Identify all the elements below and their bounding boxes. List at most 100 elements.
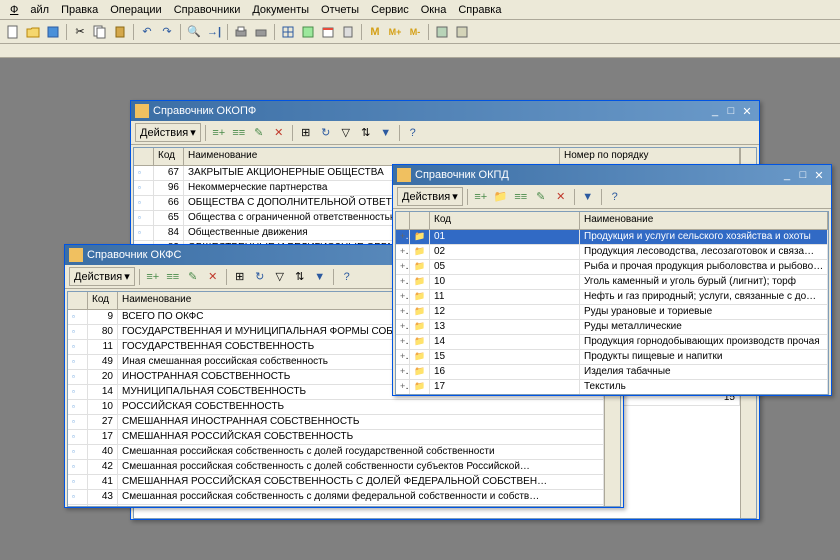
menu-operations[interactable]: Операции — [104, 2, 167, 18]
table-row[interactable]: 43Смешанная российская собственность с д… — [68, 490, 604, 505]
menu-service[interactable]: Сервис — [365, 2, 415, 18]
scrollbar-vertical[interactable] — [828, 212, 829, 394]
edit-icon[interactable]: ✎ — [184, 268, 202, 286]
find-icon[interactable]: 🔍 — [185, 23, 203, 41]
table-row[interactable]: 12Руды урановые и ториевые — [396, 305, 828, 320]
table-row[interactable]: 27СМЕШАННАЯ ИНОСТРАННАЯ СОБСТВЕННОСТЬ — [68, 415, 604, 430]
close-icon[interactable]: ✕ — [739, 104, 755, 118]
edit-icon[interactable]: ✎ — [532, 188, 550, 206]
actions-button[interactable]: Действия ▾ — [135, 123, 201, 142]
table-row[interactable]: 10Уголь каменный и уголь бурый (лигнит);… — [396, 275, 828, 290]
delete-icon[interactable]: ✕ — [552, 188, 570, 206]
col-code[interactable]: Код — [88, 292, 118, 309]
print-direct-icon[interactable] — [232, 23, 250, 41]
col-num[interactable]: Номер по порядку — [560, 148, 740, 165]
paste-icon[interactable] — [111, 23, 129, 41]
help-icon[interactable]: ? — [338, 268, 356, 286]
table-row[interactable]: 16Изделия табачные — [396, 365, 828, 380]
m-plus-icon[interactable]: M+ — [386, 23, 404, 41]
expand-icon[interactable] — [400, 366, 407, 377]
form-icon[interactable] — [299, 23, 317, 41]
col-code[interactable]: Код — [154, 148, 184, 165]
copy-icon[interactable] — [91, 23, 109, 41]
actions-button[interactable]: Действия ▾ — [397, 187, 463, 206]
table-row[interactable]: 50Собственность благотворительных органи… — [68, 505, 604, 506]
minimize-icon[interactable]: _ — [779, 168, 795, 182]
table-row[interactable]: 42Смешанная российская собственность с д… — [68, 460, 604, 475]
menu-directories[interactable]: Справочники — [168, 2, 247, 18]
expand-icon[interactable] — [400, 291, 407, 302]
table-row[interactable]: 02Продукция лесоводства, лесозаготовок и… — [396, 245, 828, 260]
tool1-icon[interactable] — [433, 23, 451, 41]
close-icon[interactable]: ✕ — [811, 168, 827, 182]
menu-file[interactable]: Файл — [4, 2, 55, 18]
col-code[interactable]: Код — [430, 212, 580, 229]
redo-icon[interactable]: ↷ — [158, 23, 176, 41]
hierarchy-icon[interactable]: ⊞ — [231, 268, 249, 286]
expand-icon[interactable] — [400, 276, 407, 287]
table-row[interactable]: 14Продукция горнодобывающих производств … — [396, 335, 828, 350]
refresh-icon[interactable]: ↻ — [251, 268, 269, 286]
table-row[interactable]: 41СМЕШАННАЯ РОССИЙСКАЯ СОБСТВЕННОСТЬ С Д… — [68, 475, 604, 490]
table-row[interactable]: 11Нефть и газ природный; услуги, связанн… — [396, 290, 828, 305]
maximize-icon[interactable]: □ — [723, 104, 739, 118]
m-minus-icon[interactable]: M- — [406, 23, 424, 41]
print-icon[interactable] — [252, 23, 270, 41]
expand-icon[interactable] — [400, 381, 407, 392]
titlebar-okpd[interactable]: Справочник ОКПД _ □ ✕ — [393, 165, 831, 185]
open-icon[interactable] — [24, 23, 42, 41]
maximize-icon[interactable]: □ — [795, 168, 811, 182]
filter-icon[interactable]: ▽ — [271, 268, 289, 286]
settings-dropdown-icon[interactable]: ▼ — [311, 268, 329, 286]
delete-icon[interactable]: ✕ — [270, 124, 288, 142]
add-copy-icon[interactable]: ≡≡ — [512, 188, 530, 206]
expand-icon[interactable] — [400, 321, 407, 332]
expand-icon[interactable] — [400, 351, 407, 362]
minimize-icon[interactable]: _ — [707, 104, 723, 118]
table-row[interactable]: 01Продукция и услуги сельского хозяйства… — [396, 230, 828, 245]
expand-icon[interactable] — [400, 336, 407, 347]
add-copy-icon[interactable]: ≡≡ — [230, 124, 248, 142]
col-name[interactable]: Наименование — [580, 212, 828, 229]
help-icon[interactable]: ? — [404, 124, 422, 142]
table-row[interactable]: 13Руды металлические — [396, 320, 828, 335]
m-icon[interactable]: M — [366, 23, 384, 41]
sort-icon[interactable]: ⇅ — [357, 124, 375, 142]
table-row[interactable]: 10РОССИЙСКАЯ СОБСТВЕННОСТЬ — [68, 400, 604, 415]
expand-icon[interactable] — [400, 261, 407, 272]
add-folder-icon[interactable]: 📁 — [492, 188, 510, 206]
table-row[interactable]: 17СМЕШАННАЯ РОССИЙСКАЯ СОБСТВЕННОСТЬ — [68, 430, 604, 445]
sort-icon[interactable]: ⇅ — [291, 268, 309, 286]
titlebar-okopf[interactable]: Справочник ОКОПФ _ □ ✕ — [131, 101, 759, 121]
expand-icon[interactable] — [400, 231, 407, 242]
col-name[interactable]: Наименование — [184, 148, 560, 165]
new-icon[interactable] — [4, 23, 22, 41]
table-row[interactable]: 17Текстиль — [396, 380, 828, 394]
expand-icon[interactable] — [400, 246, 407, 257]
calc-icon[interactable] — [339, 23, 357, 41]
table-row[interactable]: 15Продукты пищевые и напитки — [396, 350, 828, 365]
add-icon[interactable]: ≡+ — [472, 188, 490, 206]
settings-dropdown-icon[interactable]: ▼ — [377, 124, 395, 142]
edit-icon[interactable]: ✎ — [250, 124, 268, 142]
menu-windows[interactable]: Окна — [415, 2, 453, 18]
menu-help[interactable]: Справка — [452, 2, 507, 18]
menu-edit[interactable]: Правка — [55, 2, 104, 18]
menu-reports[interactable]: Отчеты — [315, 2, 365, 18]
tool2-icon[interactable] — [453, 23, 471, 41]
goto-icon[interactable]: →| — [205, 23, 223, 41]
table-row[interactable]: 40Смешанная российская собственность с д… — [68, 445, 604, 460]
grid-icon[interactable] — [279, 23, 297, 41]
settings-dropdown-icon[interactable]: ▼ — [579, 188, 597, 206]
table-row[interactable]: 05Рыба и прочая продукция рыболовства и … — [396, 260, 828, 275]
grid-body[interactable]: 01Продукция и услуги сельского хозяйства… — [396, 230, 828, 394]
actions-button[interactable]: Действия ▾ — [69, 267, 135, 286]
add-icon[interactable]: ≡+ — [210, 124, 228, 142]
delete-icon[interactable]: ✕ — [204, 268, 222, 286]
calendar-icon[interactable] — [319, 23, 337, 41]
filter-icon[interactable]: ▽ — [337, 124, 355, 142]
hierarchy-icon[interactable]: ⊞ — [297, 124, 315, 142]
menu-documents[interactable]: Документы — [246, 2, 315, 18]
expand-icon[interactable] — [400, 306, 407, 317]
undo-icon[interactable]: ↶ — [138, 23, 156, 41]
